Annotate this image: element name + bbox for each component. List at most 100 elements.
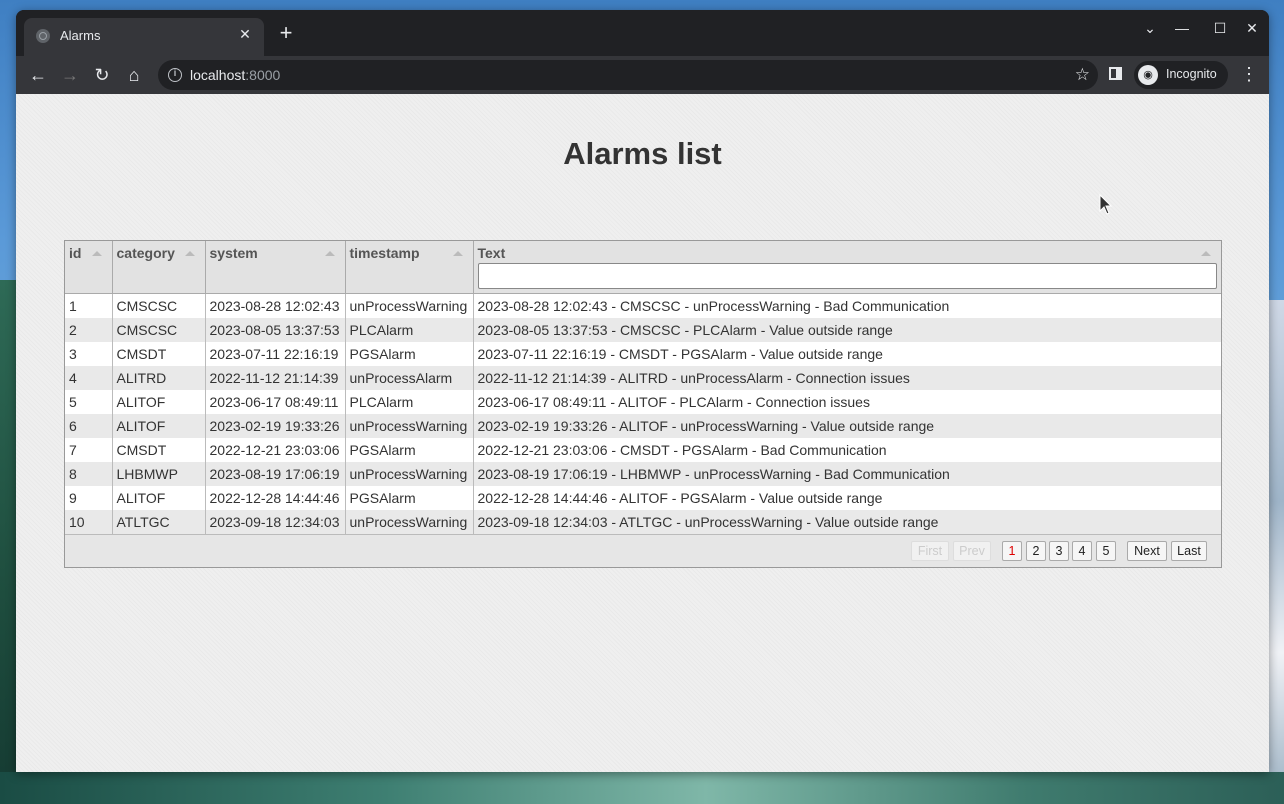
cell-category: ALITOF — [112, 414, 206, 438]
cell-system: 2023-08-28 12:02:43 — [205, 293, 346, 318]
new-tab-button[interactable]: + — [274, 22, 298, 44]
cell-text: 2022-11-12 21:14:39 - ALITRD - unProcess… — [473, 366, 1221, 390]
table-row[interactable]: 9 ALITOF 2022-12-28 14:44:46 PGSAlarm 2022-1… — [65, 486, 1221, 510]
tab-alarms[interactable]: Alarms ✕ — [24, 18, 264, 56]
star-icon[interactable]: ☆ — [1075, 65, 1090, 85]
cell-id: 5 — [65, 390, 113, 414]
first-page-button[interactable]: First — [911, 541, 949, 561]
cell-text: 2023-08-19 17:06:19 - LHBMWP - unProcess… — [473, 462, 1221, 486]
cell-system: 2022-11-12 21:14:39 — [205, 366, 346, 390]
cell-timestamp: PGSAlarm — [345, 342, 474, 366]
cell-category: CMSDT — [112, 342, 206, 366]
cell-text: 2023-06-17 08:49:11 - ALITOF - PLCAlarm … — [473, 390, 1221, 414]
cell-id: 4 — [65, 366, 113, 390]
table-row[interactable]: 2 CMSCSC 2023-08-05 13:37:53 PLCAlarm 2023-0… — [65, 318, 1221, 342]
alarms-table: id category system timestamp Text 1 CMSCS… — [64, 240, 1222, 568]
column-header-text[interactable]: Text — [473, 241, 1221, 294]
sort-arrow-icon — [452, 251, 463, 256]
table-row[interactable]: 6 ALITOF 2023-02-19 19:33:26 unProcessWarni… — [65, 414, 1221, 438]
browser-window: Alarms ✕ + ⌄ — ☐ ✕ ← → ↻ ⌂ localhost:800… — [16, 10, 1269, 772]
cell-timestamp: PLCAlarm — [345, 390, 474, 414]
url-text[interactable]: localhost:8000 — [190, 67, 280, 83]
menu-icon[interactable]: ⋮ — [1240, 64, 1258, 85]
chevron-down-icon[interactable]: ⌄ — [1138, 20, 1162, 37]
cell-id: 6 — [65, 414, 113, 438]
forward-icon[interactable]: → — [57, 62, 83, 88]
last-page-button[interactable]: Last — [1171, 541, 1207, 561]
sort-arrow-icon — [1201, 251, 1211, 256]
minimize-icon[interactable]: — — [1170, 20, 1194, 36]
maximize-icon[interactable]: ☐ — [1208, 20, 1232, 37]
cell-timestamp: unProcessWarning — [345, 414, 474, 438]
close-window-icon[interactable]: ✕ — [1240, 20, 1264, 37]
pagination: First Prev 1 2 3 4 5 Next Last — [65, 534, 1221, 567]
cell-text: 2023-09-18 12:34:03 - ATLTGC - unProcess… — [473, 510, 1221, 534]
column-header-timestamp[interactable]: timestamp — [345, 241, 474, 294]
home-icon[interactable]: ⌂ — [121, 62, 147, 88]
table-row[interactable]: 1 CMSCSC 2023-08-28 12:02:43 unProcessWarni… — [65, 293, 1221, 318]
sort-arrow-icon — [184, 251, 195, 256]
prev-page-button[interactable]: Prev — [953, 541, 991, 561]
back-icon[interactable]: ← — [25, 62, 51, 88]
cell-category: ALITRD — [112, 366, 206, 390]
side-panel-icon[interactable] — [1109, 67, 1122, 80]
incognito-profile-button[interactable]: ◉ Incognito — [1134, 61, 1228, 89]
page-button-3[interactable]: 3 — [1049, 541, 1069, 561]
cell-id: 1 — [65, 293, 113, 318]
tab-close-icon[interactable]: ✕ — [236, 26, 254, 43]
table-row[interactable]: 8 LHBMWP 2023-08-19 17:06:19 unProcessWarni… — [65, 462, 1221, 486]
cell-timestamp: unProcessWarning — [345, 293, 474, 318]
cell-timestamp: PGSAlarm — [345, 438, 474, 462]
page-button-1[interactable]: 1 — [1002, 541, 1022, 561]
cell-category: ALITOF — [112, 390, 206, 414]
browser-toolbar: ← → ↻ ⌂ localhost:8000 ☆ ◉ Incognito ⋮ — [16, 56, 1269, 94]
column-header-id[interactable]: id — [65, 241, 113, 294]
cell-system: 2023-06-17 08:49:11 — [205, 390, 346, 414]
cell-text: 2022-12-28 14:44:46 - ALITOF - PGSAlarm … — [473, 486, 1221, 510]
cell-text: 2022-12-21 23:03:06 - CMSDT - PGSAlarm -… — [473, 438, 1221, 462]
globe-icon — [36, 29, 50, 43]
table-row[interactable]: 10 ATLTGC 2023-09-18 12:34:03 unProcessWarn… — [65, 510, 1221, 534]
cell-system: 2023-08-19 17:06:19 — [205, 462, 346, 486]
cell-timestamp: unProcessWarning — [345, 510, 474, 534]
cell-id: 8 — [65, 462, 113, 486]
cell-category: ATLTGC — [112, 510, 206, 534]
incognito-label: Incognito — [1166, 67, 1217, 81]
cell-timestamp: PLCAlarm — [345, 318, 474, 342]
tab-strip: Alarms ✕ + ⌄ — ☐ ✕ — [16, 10, 1269, 56]
table-body: 1 CMSCSC 2023-08-28 12:02:43 unProcessWarni… — [65, 293, 1221, 534]
cell-category: LHBMWP — [112, 462, 206, 486]
cell-category: CMSCSC — [112, 293, 206, 318]
cell-text: 2023-02-19 19:33:26 - ALITOF - unProcess… — [473, 414, 1221, 438]
cell-id: 7 — [65, 438, 113, 462]
cell-system: 2022-12-28 14:44:46 — [205, 486, 346, 510]
page-button-5[interactable]: 5 — [1096, 541, 1116, 561]
cell-system: 2023-09-18 12:34:03 — [205, 510, 346, 534]
table-row[interactable]: 4 ALITRD 2022-11-12 21:14:39 unProcessAlarm… — [65, 366, 1221, 390]
cell-id: 10 — [65, 510, 113, 534]
next-page-button[interactable]: Next — [1127, 541, 1167, 561]
cell-system: 2023-08-05 13:37:53 — [205, 318, 346, 342]
desktop-wallpaper-bottom — [0, 772, 1284, 804]
info-icon[interactable] — [168, 68, 182, 82]
cell-system: 2022-12-21 23:03:06 — [205, 438, 346, 462]
table-row[interactable]: 7 CMSDT 2022-12-21 23:03:06 PGSAlarm 2022-12… — [65, 438, 1221, 462]
cell-system: 2023-07-11 22:16:19 — [205, 342, 346, 366]
desktop-wallpaper-right — [1268, 300, 1284, 804]
cell-text: 2023-07-11 22:16:19 - CMSDT - PGSAlarm -… — [473, 342, 1221, 366]
column-header-category[interactable]: category — [112, 241, 206, 294]
tab-title: Alarms — [60, 28, 101, 43]
cell-text: 2023-08-28 12:02:43 - CMSCSC - unProcess… — [473, 293, 1221, 318]
sort-arrow-icon — [91, 251, 102, 256]
column-header-system[interactable]: system — [205, 241, 346, 294]
page-title: Alarms list — [563, 136, 722, 171]
text-filter-input[interactable] — [477, 263, 1217, 289]
address-bar[interactable]: localhost:8000 ☆ — [158, 60, 1098, 90]
page-button-4[interactable]: 4 — [1072, 541, 1092, 561]
table-row[interactable]: 3 CMSDT 2023-07-11 22:16:19 PGSAlarm 2023-07… — [65, 342, 1221, 366]
cell-category: CMSCSC — [112, 318, 206, 342]
table-row[interactable]: 5 ALITOF 2023-06-17 08:49:11 PLCAlarm 2023-0… — [65, 390, 1221, 414]
reload-icon[interactable]: ↻ — [89, 62, 115, 88]
page-button-2[interactable]: 2 — [1026, 541, 1046, 561]
sort-arrow-icon — [324, 251, 335, 256]
